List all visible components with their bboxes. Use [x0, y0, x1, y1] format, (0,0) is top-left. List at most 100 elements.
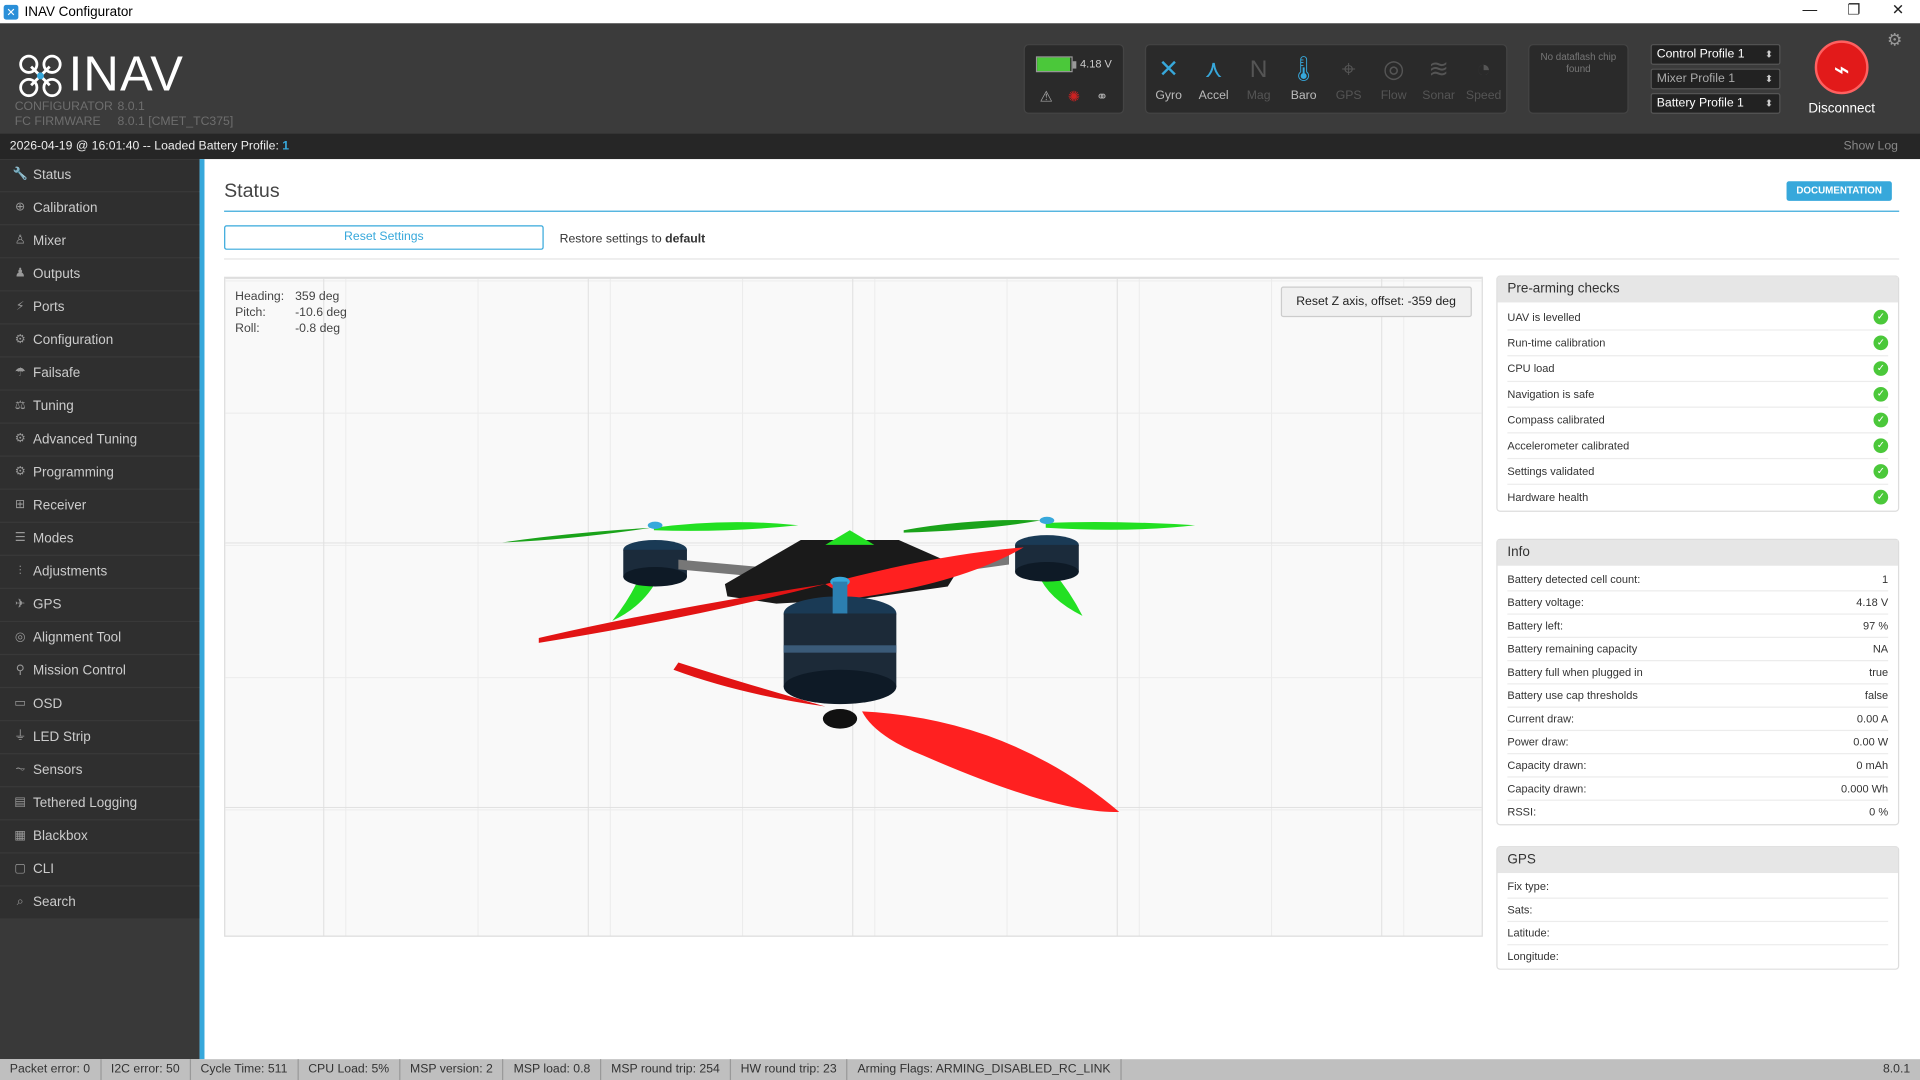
documentation-button[interactable]: DOCUMENTATION: [1786, 181, 1892, 201]
sidebar-item-failsafe[interactable]: ☂ Failsafe: [0, 357, 200, 390]
sidebar-item-osd[interactable]: ▭ OSD: [0, 688, 200, 721]
propeller-rear-right-b: [1045, 522, 1196, 530]
section-divider: [224, 258, 1900, 260]
show-log-link[interactable]: Show Log: [1844, 133, 1898, 159]
configurator-label: CONFIGURATOR: [14, 100, 113, 114]
sidebar-item-blackbox[interactable]: ▦ Blackbox: [0, 820, 200, 853]
profile-select-1[interactable]: Mixer Profile 1 ⬍: [1650, 68, 1781, 90]
app-window: ✕ INAV Configurator — ❐ ✕ INAV CONFIGURA…: [0, 0, 1920, 1080]
reset-z-axis-button[interactable]: Reset Z axis, offset: -359 deg: [1280, 286, 1472, 318]
prearming-row: CPU load ✓: [1507, 356, 1889, 383]
roll-label: Roll:: [235, 322, 260, 336]
sidebar-item-sensors[interactable]: ⏦ Sensors: [0, 754, 200, 787]
sidebar-item-label: Mission Control: [33, 663, 126, 679]
sidebar-item-receiver[interactable]: ⊞ Receiver: [0, 489, 200, 522]
sidebar: 🔧 Status ⊕ Calibration ♙ Mixer ♟ Outputs ⚡ Ports ⚙…: [0, 159, 205, 1060]
prearming-label: Hardware health: [1507, 491, 1589, 504]
info-label: Battery left:: [1507, 619, 1564, 632]
motor-rear-left: [623, 521, 687, 587]
sidebar-item-programming[interactable]: ⚙ Programming: [0, 456, 200, 489]
sidebar-item-outputs[interactable]: ♟ Outputs: [0, 258, 200, 291]
accel-icon: ⋏: [1204, 56, 1223, 84]
sidebar-item-mission-control[interactable]: ⚲ Mission Control: [0, 655, 200, 687]
sidebar-item-mixer[interactable]: ♙ Mixer: [0, 225, 200, 258]
firmware-label: FC FIRMWARE: [14, 115, 101, 129]
sidebar-item-label: Receiver: [33, 498, 87, 514]
sidebar-item-alignment-tool[interactable]: ◎ Alignment Tool: [0, 622, 200, 654]
profile-select-2[interactable]: Battery Profile 1 ⬍: [1650, 93, 1781, 114]
model-3d-view[interactable]: Heading: 359 deg Pitch: -10.6 deg Roll: -0.…: [224, 276, 1483, 937]
prearming-row: Accelerometer calibrated ✓: [1507, 433, 1889, 460]
gps-title: GPS: [1497, 847, 1898, 874]
sidebar-item-label: Advanced Tuning: [33, 432, 138, 447]
disconnect-button[interactable]: ⌁ Disconnect: [1805, 40, 1878, 116]
sidebar-item-advanced-tuning[interactable]: ⚙ Advanced Tuning: [0, 423, 200, 456]
sidebar-item-calibration[interactable]: ⊕ Calibration: [0, 192, 200, 225]
check-icon: ✓: [1873, 438, 1889, 454]
gps-row: Sats:: [1507, 899, 1889, 923]
minimize-button[interactable]: —: [1788, 0, 1832, 23]
sidebar-item-label: GPS: [33, 597, 62, 613]
gear-icon: ⚙: [14, 333, 26, 347]
version-label: 8.0.1: [1882, 1062, 1911, 1077]
updown-arrow-icon: ⬍: [1764, 48, 1774, 61]
gps-label: Latitude:: [1507, 926, 1550, 940]
sidebar-item-led-strip[interactable]: ⏚ LED Strip: [0, 721, 200, 754]
prearming-label: Navigation is safe: [1507, 388, 1595, 401]
info-label: Capacity drawn:: [1507, 759, 1587, 772]
sonar-icon: ≋: [1428, 56, 1449, 84]
sidebar-item-cli[interactable]: ▢ CLI: [0, 853, 200, 886]
sidebar-item-label: Tethered Logging: [33, 795, 138, 811]
info-row: Battery detected cell count: 1: [1507, 568, 1889, 592]
sidebar-item-gps[interactable]: ✈ GPS: [0, 588, 200, 621]
prearming-label: UAV is levelled: [1507, 311, 1581, 324]
profile-label: Control Profile 1: [1656, 47, 1745, 62]
quad-logo-icon: [19, 54, 62, 97]
main-content: Status DOCUMENTATION Reset Settings Rest…: [204, 159, 1920, 1060]
sidebar-item-adjustments[interactable]: ⫶ Adjustments: [0, 555, 200, 588]
prearming-checks-panel: Pre-arming checks UAV is levelled ✓ Run-ti…: [1496, 275, 1900, 512]
close-button[interactable]: ✕: [1876, 0, 1920, 23]
battery-voltage: 4.18 V: [1080, 57, 1112, 70]
sidebar-item-ports[interactable]: ⚡ Ports: [0, 291, 200, 324]
profile-selectors: Control Profile 1 ⬍ Mixer Profile 1 ⬍ Batter…: [1650, 44, 1781, 117]
profile-select-0[interactable]: Control Profile 1 ⬍: [1650, 44, 1781, 65]
info-row: Battery voltage: 4.18 V: [1507, 591, 1889, 615]
status-segment: MSP load: 0.8: [504, 1059, 602, 1080]
sidebar-item-label: Calibration: [33, 200, 98, 216]
sidebar-item-tethered-logging[interactable]: ▤ Tethered Logging: [0, 787, 200, 820]
info-value: true: [1869, 666, 1889, 679]
sidebar-item-search[interactable]: ⌕ Search: [0, 886, 200, 919]
usb-disconnect-icon: ⌁: [1814, 40, 1869, 95]
sidebar-item-tuning[interactable]: ⚖ Tuning: [0, 390, 200, 423]
reset-settings-button[interactable]: Reset Settings: [224, 225, 544, 250]
heading-label: Heading:: [235, 290, 285, 304]
info-value: false: [1864, 689, 1889, 702]
info-title: Info: [1497, 540, 1898, 566]
receiver-icon: ⊞: [15, 498, 26, 512]
check-icon: ✓: [1873, 309, 1889, 325]
info-value: 97 %: [1863, 619, 1889, 632]
info-value: 0.00 A: [1856, 712, 1889, 725]
check-icon: ✓: [1873, 464, 1889, 479]
restore-button[interactable]: ❐: [1832, 0, 1876, 23]
sensor-label: Flow: [1380, 89, 1407, 103]
restore-text: Restore settings to default: [560, 233, 706, 246]
info-label: Current draw:: [1507, 712, 1575, 725]
settings-gear-icon[interactable]: ⚙: [1887, 29, 1902, 50]
sidebar-item-status[interactable]: 🔧 Status: [0, 159, 200, 192]
speed-icon: ◔: [1476, 56, 1492, 84]
sidebar-item-label: Outputs: [33, 266, 81, 282]
blackbox-icon: ▦: [14, 828, 26, 843]
sensor-accel: ⋏ Accel: [1191, 45, 1236, 112]
sidebar-item-configuration[interactable]: ⚙ Configuration: [0, 324, 200, 357]
prearming-label: Accelerometer calibrated: [1507, 439, 1630, 452]
propeller-rear-left-a: [502, 527, 652, 543]
prearming-row: Settings validated ✓: [1507, 459, 1889, 485]
sensor-baro: 🌡 Baro: [1281, 45, 1326, 112]
mixer-icon: ♙: [14, 233, 26, 248]
info-value: 0 %: [1869, 805, 1889, 818]
prearming-row: Hardware health ✓: [1507, 485, 1889, 511]
status-segment: CPU Load: 5%: [298, 1059, 401, 1080]
sidebar-item-modes[interactable]: ☰ Modes: [0, 522, 200, 555]
